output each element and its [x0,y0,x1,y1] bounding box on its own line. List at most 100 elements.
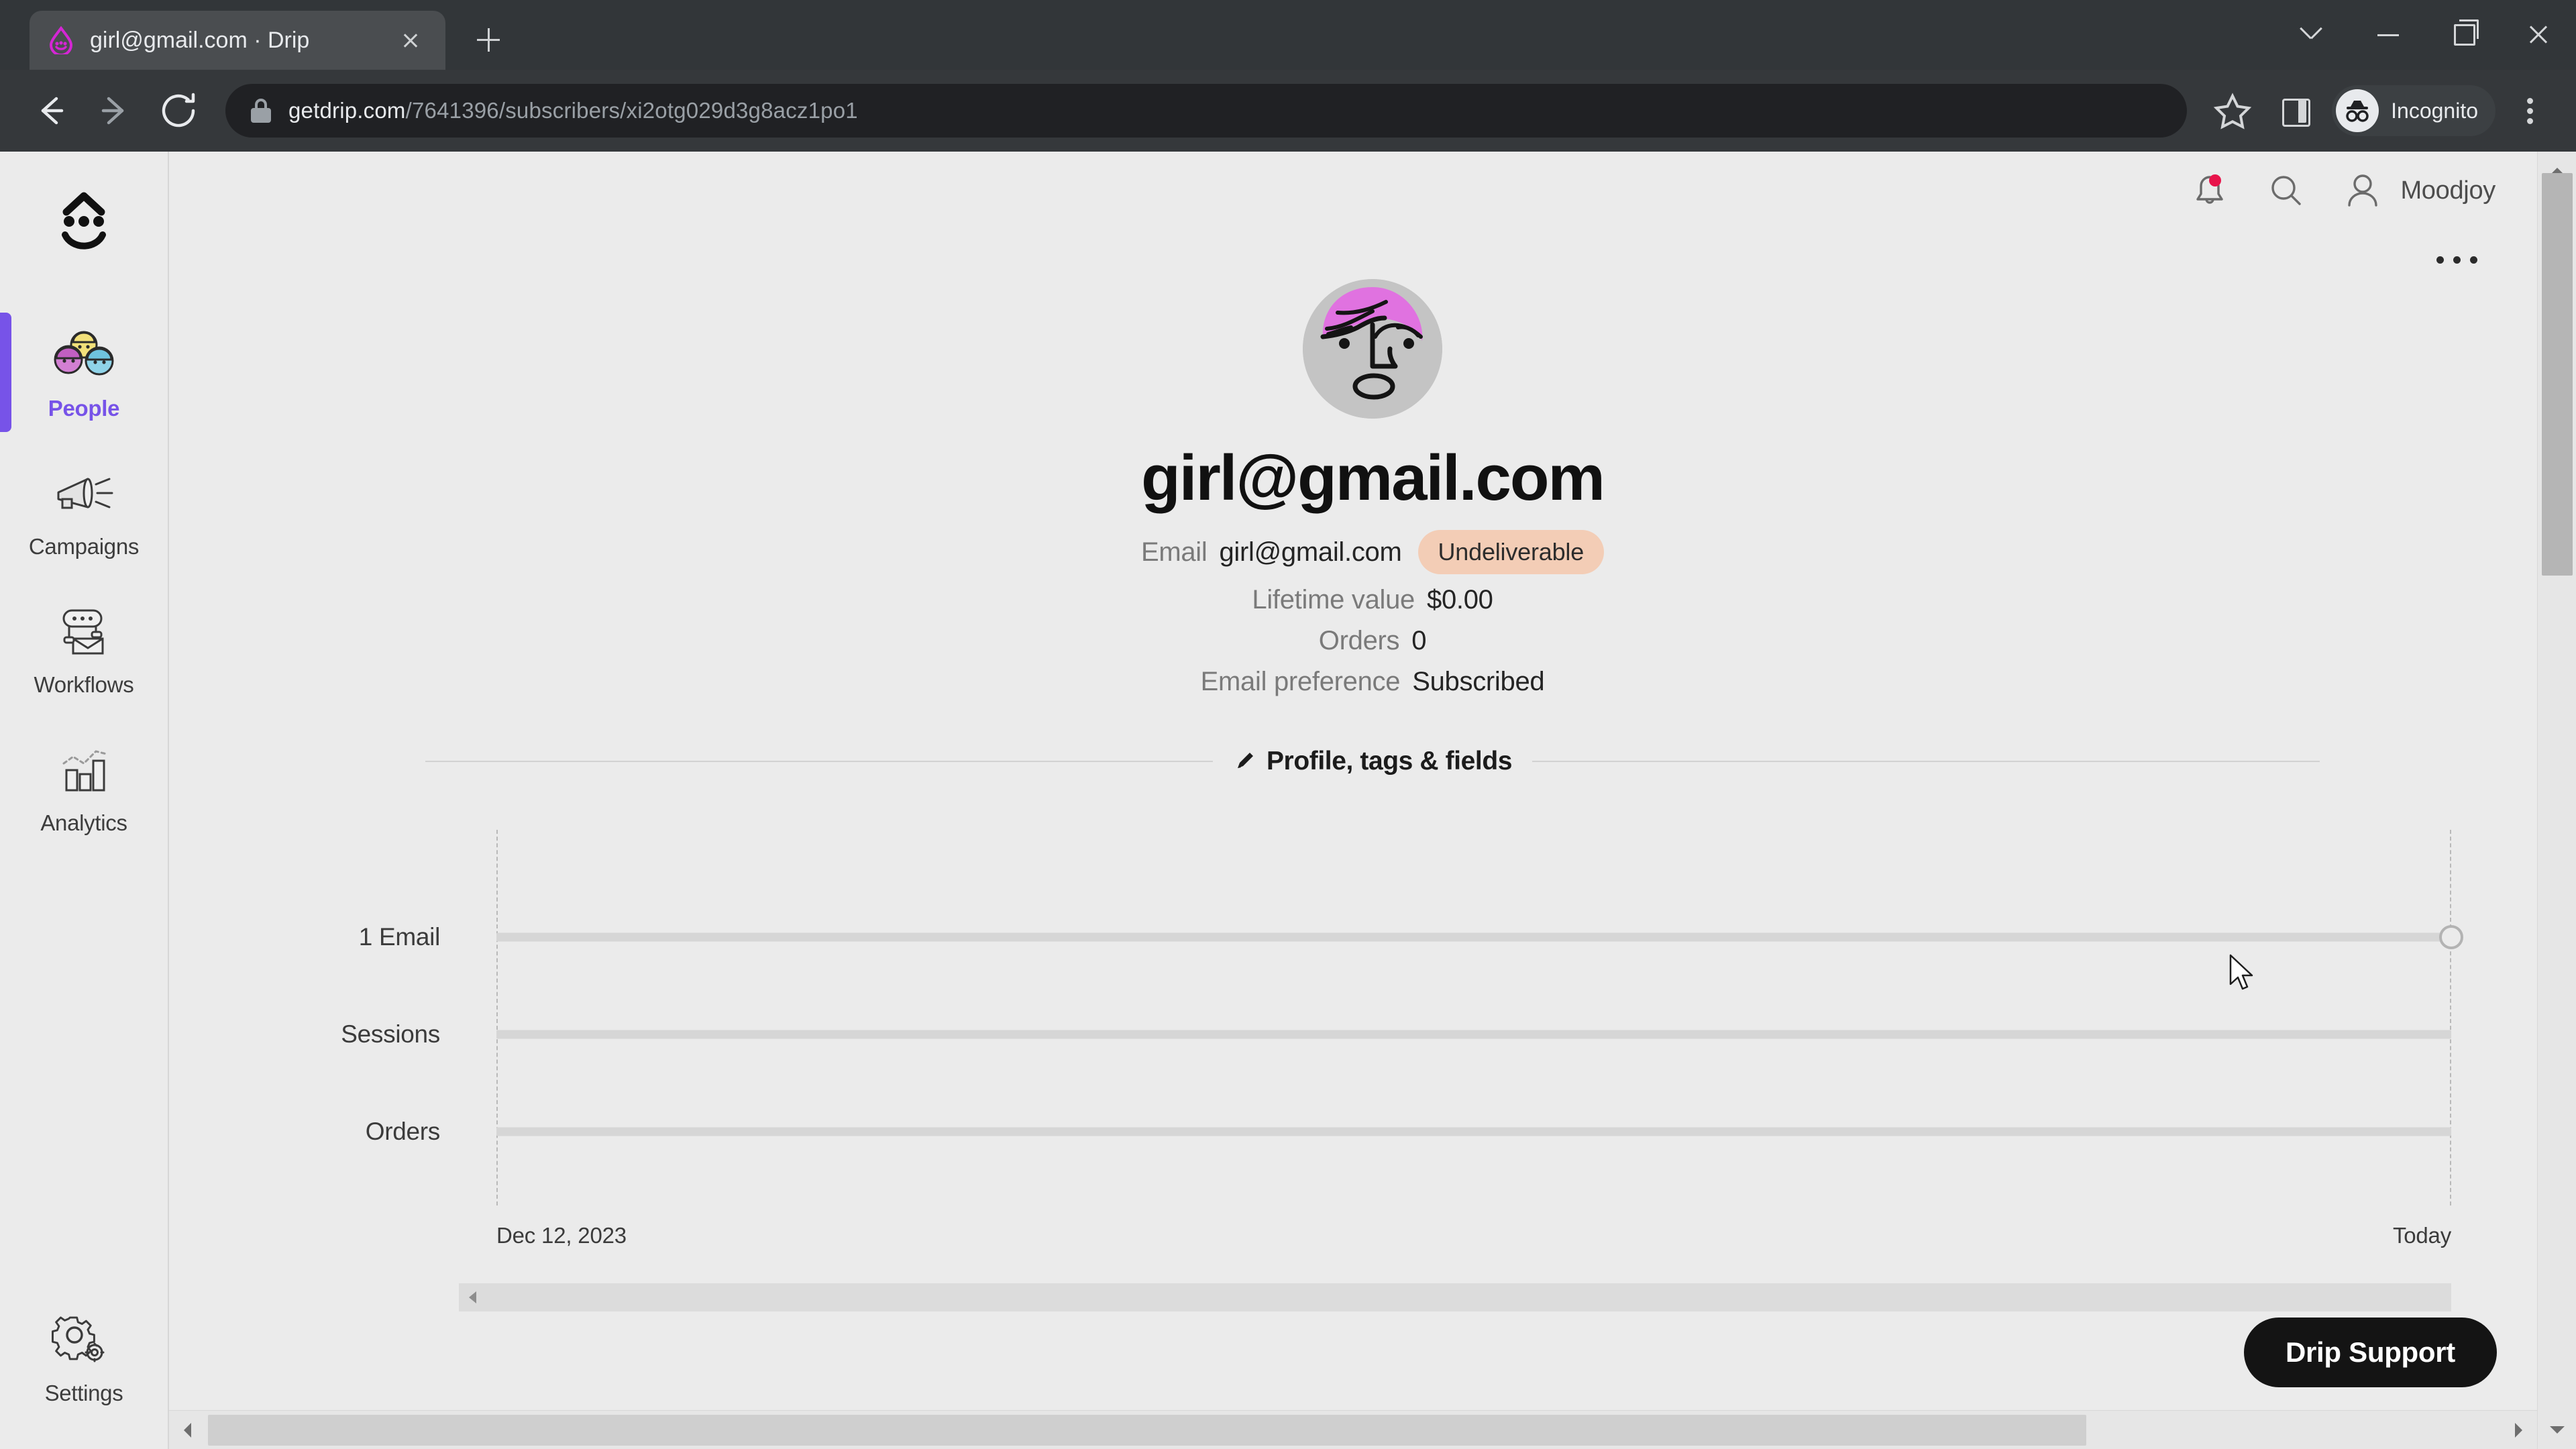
timeline-scroll-left-arrow[interactable] [459,1283,487,1311]
bell-icon[interactable] [2187,168,2233,213]
subscriber-field-lifetime-value: Lifetime value $0.00 [1252,585,1493,615]
forward-arrow-icon[interactable] [82,78,146,143]
incognito-indicator[interactable]: Incognito [2332,85,2496,136]
timeline-chart: 1 Email Sessions Orders Dec 12, 2023 Tod… [169,830,2576,1311]
profile-tags-fields-label: Profile, tags & fields [1266,747,1513,775]
minimize-icon[interactable] [2351,0,2426,70]
toolbar-actions: Incognito [2202,80,2559,142]
drip-smile-logo[interactable] [37,176,131,270]
browser-tab[interactable]: girl@gmail.com · Drip [30,11,445,70]
account-name: Moodjoy [2400,176,2496,205]
timeline-x-axis: Dec 12, 2023 Today [496,1223,2451,1256]
timeline-row-labels: 1 Email Sessions Orders [169,830,491,1205]
browser-menu-icon[interactable] [2500,80,2559,142]
app-header: Moodjoy [169,152,2576,229]
field-value: 0 [1411,626,1427,655]
address-bar[interactable]: getdrip.com/7641396/subscribers/xi2otg02… [225,84,2188,138]
reload-icon[interactable] [146,78,211,143]
timeline-scroll-thumb[interactable] [487,1283,2204,1311]
drip-support-button[interactable]: Drip Support [2243,1318,2497,1387]
browser-toolbar: getdrip.com/7641396/subscribers/xi2otg02… [0,70,2576,152]
url-host: getdrip.com [288,98,406,123]
subscriber-field-orders: Orders 0 [1318,626,1427,656]
drip-logo-favicon [47,25,75,56]
timeline-track-email[interactable] [496,932,2451,942]
sidebar-item-settings[interactable]: Settings [0,1288,168,1426]
search-icon[interactable] [2263,168,2309,213]
field-label: Email preference [1200,667,1401,696]
account-menu[interactable]: Moodjoy [2340,168,2496,213]
sidebar-item-label: Analytics [40,810,127,835]
tab-close-icon[interactable] [393,23,428,58]
timeline-marker-email[interactable] [2439,925,2463,949]
status-badge: Undeliverable [1417,530,1605,574]
scroll-down-arrow-icon[interactable] [2538,1410,2576,1449]
page-title: girl@gmail.com [1141,442,1605,514]
browser-window: girl@gmail.com · Drip getdrip.com/764139… [0,0,2576,1449]
window-controls [2275,0,2576,70]
horizontal-scroll-thumb[interactable] [208,1415,2086,1446]
page-viewport: People Campaigns Workflows Analytics Set… [0,152,2576,1449]
address-bar-url: getdrip.com/7641396/subscribers/xi2otg02… [288,98,858,123]
sidebar-item-campaigns[interactable]: Campaigns [0,441,168,580]
close-icon[interactable] [2501,0,2576,70]
page-horizontal-scrollbar[interactable] [169,1410,2537,1449]
pencil-icon [1233,750,1256,773]
timeline-start-guide [496,830,498,1205]
side-panel-icon[interactable] [2263,80,2325,142]
subscriber-field-email: Email girl@gmail.com Undeliverable [1140,530,1605,574]
back-arrow-icon[interactable] [17,78,82,143]
field-label: Orders [1318,626,1400,655]
workflow-icon [46,602,121,663]
field-label: Lifetime value [1252,585,1415,614]
subscriber-avatar [1303,279,1442,419]
timeline-axis-end-label: Today [2392,1223,2451,1248]
sidebar-item-label: Settings [44,1381,123,1405]
app-sidebar: People Campaigns Workflows Analytics Set… [0,152,169,1449]
sidebar-item-workflows[interactable]: Workflows [0,580,168,718]
timeline-horizontal-scrollbar[interactable] [459,1283,2451,1311]
sidebar-item-label: People [48,396,120,421]
timeline-axis-start-label: Dec 12, 2023 [496,1223,627,1248]
incognito-label: Incognito [2391,98,2478,123]
scroll-left-arrow-icon[interactable] [169,1411,208,1449]
new-tab-button[interactable] [458,11,519,70]
main-content: Moodjoy girl@gmail.com Email girl@gmail.… [169,152,2576,1449]
profile-tags-fields-divider: Profile, tags & fields [169,747,2576,776]
timeline-track-orders[interactable] [496,1127,2451,1136]
page-vertical-scrollbar[interactable] [2537,152,2576,1449]
bookmark-star-icon[interactable] [2202,80,2263,142]
person-icon [2340,168,2385,213]
field-value: $0.00 [1427,585,1493,614]
timeline-row-label: 1 Email [358,923,441,951]
timeline-plot-area [496,830,2463,1205]
divider-line-right [1532,761,2320,762]
sidebar-item-label: Campaigns [28,534,140,559]
restore-icon[interactable] [2426,0,2501,70]
tab-title: girl@gmail.com · Drip [90,27,310,53]
field-value: Subscribed [1412,667,1545,696]
scroll-right-arrow-icon[interactable] [2498,1411,2537,1449]
incognito-icon [2336,89,2379,132]
megaphone-icon [46,464,121,525]
divider-line-left [425,761,1213,762]
field-label: Email [1140,537,1208,567]
drip-support-label: Drip Support [2285,1336,2455,1368]
sidebar-item-label: Workflows [34,672,134,697]
sidebar-item-people[interactable]: People [0,303,168,441]
people-icon [46,326,121,386]
sidebar-item-analytics[interactable]: Analytics [0,718,168,856]
vertical-scroll-thumb[interactable] [2542,173,2573,576]
subscriber-field-email-preference: Email preference Subscribed [1201,667,1545,697]
timeline-track-sessions[interactable] [496,1030,2451,1039]
more-options-icon[interactable] [2431,246,2483,272]
url-path: /7641396/subscribers/xi2otg029d3g8acz1po… [405,98,858,123]
timeline-today-guide [2450,830,2451,1205]
subscriber-profile: girl@gmail.com Email girl@gmail.com Unde… [169,279,2576,697]
chevron-down-icon[interactable] [2275,0,2351,70]
bar-chart-icon [46,741,121,801]
timeline-row-label: Orders [365,1118,441,1145]
gear-icon [46,1311,121,1371]
profile-tags-fields-button[interactable]: Profile, tags & fields [1213,747,1532,776]
lock-icon [250,99,272,123]
